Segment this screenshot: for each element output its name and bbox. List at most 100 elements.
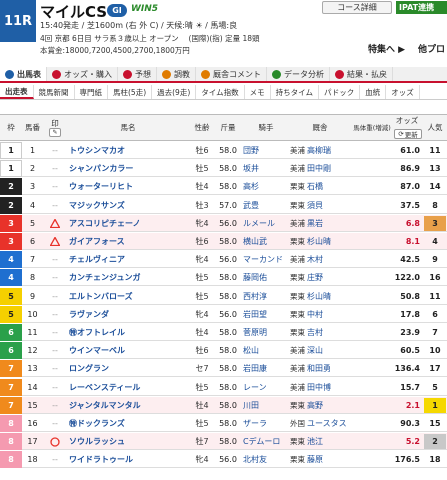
- trainer-name[interactable]: 深山: [307, 342, 349, 359]
- trainer-name[interactable]: 高野: [307, 397, 349, 414]
- jockey-name[interactable]: 坂井: [243, 160, 281, 177]
- trainer-name[interactable]: 田中博: [307, 379, 349, 396]
- table-row[interactable]: 2 4 -- マジックサンズ 牡3 57.0 武豊 栗東 須貝 37.5 8: [0, 196, 447, 214]
- mark-cell[interactable]: --: [43, 197, 67, 214]
- mark-cell[interactable]: --: [43, 251, 67, 268]
- jockey-name[interactable]: 武豊: [243, 197, 281, 214]
- jockey-name[interactable]: 藤岡佑: [243, 269, 281, 286]
- jockey-name[interactable]: 松山: [243, 342, 281, 359]
- table-row[interactable]: 7 13 -- ロングラン セ7 58.0 岩田康 美浦 和田勇 136.4 17: [0, 360, 447, 378]
- sub-tab-9[interactable]: 血統: [360, 85, 387, 99]
- horse-name[interactable]: マジックサンズ: [69, 197, 187, 214]
- jockey-name[interactable]: ルメール: [243, 215, 281, 232]
- horse-name[interactable]: トウシンマカオ: [69, 142, 187, 159]
- jockey-name[interactable]: マーカンド: [243, 251, 283, 268]
- table-row[interactable]: 8 18 -- ワイドラトゥール 牝4 56.0 北村友 栗東 藤原 176.5 18: [0, 451, 447, 469]
- main-tab-1[interactable]: オッズ・購入: [47, 67, 118, 81]
- horse-name[interactable]: アスコリピチェーノ: [69, 215, 187, 232]
- main-tab-4[interactable]: 厩舎コメント: [196, 67, 267, 81]
- mark-cell[interactable]: --: [43, 360, 67, 377]
- trainer-name[interactable]: 杉山晴: [307, 288, 349, 305]
- horse-name[interactable]: ガイアフォース: [69, 233, 187, 250]
- table-row[interactable]: 8 17 ソウルラッシュ 牡7 58.0 Cデムーロ 栗東 池江 5.2 2: [0, 433, 447, 451]
- jockey-name[interactable]: 菅原明: [243, 324, 281, 341]
- horse-name[interactable]: ㊕ドックランズ: [69, 415, 187, 432]
- mark-cell[interactable]: --: [43, 178, 67, 195]
- table-row[interactable]: 7 15 -- ジャンタルマンタル 牡4 58.0 川田 栗東 高野 2.1 1: [0, 396, 447, 414]
- table-row[interactable]: 5 9 -- エルトンバローズ 牡5 58.0 西村淳 栗東 杉山晴 50.8 11: [0, 287, 447, 305]
- sub-tab-10[interactable]: オッズ: [386, 85, 420, 99]
- trainer-name[interactable]: 黒岩: [307, 215, 349, 232]
- trainer-name[interactable]: 吉村: [307, 324, 349, 341]
- horse-name[interactable]: ジャンタルマンタル: [69, 397, 187, 414]
- horse-name[interactable]: ウォーターリヒト: [69, 178, 187, 195]
- trainer-name[interactable]: 中村: [307, 306, 349, 323]
- ipat-link-button[interactable]: IPAT連携: [396, 1, 447, 14]
- trainer-name[interactable]: 石橋: [307, 178, 349, 195]
- table-row[interactable]: 2 3 -- ウォーターリヒト 牡4 58.0 高杉 栗東 石橋 87.0 14: [0, 178, 447, 196]
- horse-name[interactable]: ソウルラッシュ: [69, 433, 187, 450]
- mark-cell[interactable]: [43, 433, 67, 450]
- sub-tab-8[interactable]: パドック: [319, 85, 361, 99]
- table-row[interactable]: 3 5 アスコリピチェーノ 牝4 56.0 ルメール 美浦 黒岩 6.8 3: [0, 214, 447, 232]
- sub-tab-2[interactable]: 専門紙: [75, 85, 108, 99]
- sub-tab-4[interactable]: 過去(9走): [152, 85, 197, 99]
- table-row[interactable]: 8 16 -- ㊕ドックランズ 牡5 58.0 ザーラ 外国 ユースタス 90.3 15: [0, 415, 447, 432]
- mark-cell[interactable]: --: [43, 324, 67, 341]
- main-tab-3[interactable]: 調教: [157, 67, 196, 81]
- other-pro-link[interactable]: 他プロ: [418, 42, 445, 55]
- horse-name[interactable]: ウインマーベル: [69, 342, 187, 359]
- mark-cell[interactable]: --: [43, 306, 67, 323]
- main-tab-2[interactable]: 予想: [118, 67, 157, 81]
- mark-cell[interactable]: [43, 233, 67, 250]
- jockey-name[interactable]: 横山武: [243, 233, 281, 250]
- sub-tab-5[interactable]: タイム指数: [196, 85, 245, 99]
- horse-name[interactable]: ロングラン: [69, 360, 187, 377]
- trainer-name[interactable]: 木村: [307, 251, 349, 268]
- table-row[interactable]: 7 14 -- レーベンスティール 牡5 58.0 レーン 美浦 田中博 15.7 5: [0, 378, 447, 396]
- jockey-name[interactable]: レーン: [243, 379, 281, 396]
- refresh-button[interactable]: ⟳ 更新: [394, 129, 422, 139]
- jockey-name[interactable]: 団野: [243, 142, 281, 159]
- trainer-name[interactable]: 田中剛: [307, 160, 349, 177]
- table-row[interactable]: 1 1 -- トウシンマカオ 牡6 58.0 団野 美浦 高柳瑞 61.0 11: [0, 142, 447, 159]
- horse-name[interactable]: レーベンスティール: [69, 379, 187, 396]
- mark-cell[interactable]: --: [43, 342, 67, 359]
- sub-tab-0[interactable]: 出走表: [0, 85, 34, 99]
- table-row[interactable]: 4 7 -- チェルヴィニア 牝4 56.0 マーカンド 美浦 木村 42.5 9: [0, 251, 447, 269]
- horse-name[interactable]: ワイドラトゥール: [69, 451, 187, 468]
- mark-edit-icon[interactable]: ✎: [49, 128, 61, 138]
- mark-cell[interactable]: --: [43, 379, 67, 396]
- sub-tab-6[interactable]: メモ: [245, 85, 271, 99]
- jockey-name[interactable]: 岩田康: [243, 360, 281, 377]
- horse-name[interactable]: ラヴァンダ: [69, 306, 187, 323]
- mark-cell[interactable]: --: [43, 415, 67, 432]
- mark-cell[interactable]: --: [43, 288, 67, 305]
- trainer-name[interactable]: 杉山晴: [307, 233, 349, 250]
- table-row[interactable]: 6 12 -- ウインマーベル 牡6 58.0 松山 美浦 深山 60.5 10: [0, 342, 447, 360]
- trainer-name[interactable]: 池江: [307, 433, 349, 450]
- table-row[interactable]: 4 8 -- カンチェンジュンガ 牡5 58.0 藤岡佑 栗東 庄野 122.0 16: [0, 269, 447, 287]
- feature-link[interactable]: 特集へ ▶: [368, 42, 405, 55]
- jockey-name[interactable]: ザーラ: [243, 415, 281, 432]
- mark-cell[interactable]: --: [43, 451, 67, 468]
- sub-tab-1[interactable]: 競馬新聞: [34, 85, 75, 99]
- trainer-name[interactable]: 藤原: [307, 451, 349, 468]
- horse-name[interactable]: チェルヴィニア: [69, 251, 187, 268]
- trainer-name[interactable]: 和田勇: [307, 360, 349, 377]
- trainer-name[interactable]: ユースタス: [307, 415, 349, 432]
- jockey-name[interactable]: 西村淳: [243, 288, 281, 305]
- jockey-name[interactable]: 高杉: [243, 178, 281, 195]
- table-row[interactable]: 1 2 -- シャンパンカラー 牡5 58.0 坂井 美浦 田中剛 86.9 13: [0, 160, 447, 178]
- mark-cell[interactable]: --: [43, 142, 67, 159]
- mark-cell[interactable]: [43, 215, 67, 232]
- trainer-name[interactable]: 須貝: [307, 197, 349, 214]
- table-row[interactable]: 6 11 -- ㊕オフトレイル 牡4 58.0 菅原明 栗東 吉村 23.9 7: [0, 324, 447, 341]
- trainer-name[interactable]: 庄野: [307, 269, 349, 286]
- horse-name[interactable]: シャンパンカラー: [69, 160, 187, 177]
- horse-name[interactable]: ㊕オフトレイル: [69, 324, 187, 341]
- mark-cell[interactable]: --: [43, 269, 67, 286]
- main-tab-5[interactable]: データ分析: [267, 67, 330, 81]
- table-row[interactable]: 5 10 -- ラヴァンダ 牝4 56.0 岩田望 栗東 中村 17.8 6: [0, 305, 447, 323]
- jockey-name[interactable]: 岩田望: [243, 306, 281, 323]
